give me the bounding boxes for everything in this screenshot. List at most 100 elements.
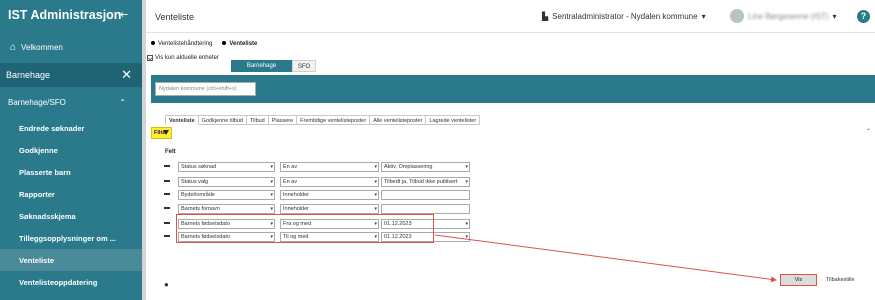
filter-value-select[interactable]: Tilbedt ja, Tilbud ikke publisert ▾ [381, 177, 470, 187]
avatar [730, 9, 744, 23]
radio-venteliste[interactable]: Venteliste [222, 41, 257, 47]
radio-dot [151, 41, 155, 46]
tab-item[interactable]: Tilbud [246, 115, 269, 125]
sidebar-subitem[interactable]: Plasserte barn [0, 161, 142, 183]
caret-down-icon: ▾ [701, 12, 706, 21]
remove-filter-icon[interactable] [164, 193, 170, 195]
chevron-up-icon: ⌃ [119, 97, 126, 107]
sidebar-subitem-label: Endrede søknader [19, 123, 85, 133]
sidebar-subitem[interactable]: Endrede søknader [0, 117, 142, 139]
top-header: Venteliste ▙ Sentraladministrator - Nyda… [146, 0, 875, 33]
unit-banner: Nydalen kommune (ctrl+shift+s) [151, 75, 875, 103]
chevron-down-icon: ▾ [465, 234, 468, 240]
chevron-down-icon: ▾ [374, 164, 377, 170]
chevron-down-icon: ▾ [374, 179, 377, 185]
remove-filter-icon[interactable] [164, 207, 170, 209]
filter-operator-select[interactable]: En av ▾ [280, 162, 379, 172]
filter-operator-select-value: Inneholder [283, 206, 309, 212]
remove-filter-icon[interactable] [164, 165, 170, 167]
home-icon: ⌂ [10, 41, 17, 53]
sidebar-subitem-label: Rapporter [19, 189, 55, 199]
filter-field-select[interactable]: Status søknad ▾ [178, 162, 275, 172]
user-name: Line Børgesevne (IST) [748, 11, 829, 21]
tab-bar: Venteliste Godkjenne tilbud Tilbud Plassere… [165, 115, 481, 125]
show-button[interactable]: Vis [780, 274, 817, 286]
app-title: IST Administrasjon [8, 8, 122, 22]
tab-item[interactable]: Plassere [268, 115, 298, 125]
highlight-box [176, 214, 434, 243]
menu-collapse-icon[interactable]: ⇤ [119, 8, 128, 21]
segment-sfo[interactable]: SFO [292, 60, 316, 72]
only-relevant-units-checkbox[interactable]: Vis kun aktuelle enheter [147, 55, 219, 61]
sidebar-section-label: Barnehage [6, 70, 51, 80]
sidebar-item-home[interactable]: ⌂ Velkommen [0, 41, 142, 53]
filter-value-select-value: Tilbedt ja, Tilbud ikke publisert [384, 179, 458, 185]
radio-dot [222, 41, 227, 46]
filter-field-select-value: Barnets fornavn [181, 206, 220, 212]
filter-value-select[interactable]: Aktiv, Omplassering ▾ [381, 162, 470, 172]
chevron-down-icon: ▾ [374, 206, 377, 212]
chevron-down-icon: ▾ [465, 179, 468, 185]
view-mode-radios: Ventelistehåndtering Venteliste [151, 41, 257, 47]
filter-operator-select[interactable]: Inneholder ▾ [280, 190, 379, 200]
remove-filter-icon[interactable] [164, 222, 170, 224]
filter-operator-select-value: Inneholder [283, 192, 309, 198]
chevron-down-icon: ▾ [465, 221, 468, 227]
sidebar-group-barnehage-sfo[interactable]: Barnehage/SFO ⌃ [0, 96, 142, 108]
filter-field-select[interactable]: Barnets fornavn ▾ [178, 204, 275, 214]
help-icon[interactable]: ? [857, 10, 870, 23]
filter-field-select[interactable]: Bydel/område ▾ [178, 190, 275, 200]
chevron-down-icon: ▾ [374, 192, 377, 198]
filter-operator-select-value: En av [283, 164, 298, 170]
chevron-down-icon: ▾ [270, 192, 273, 198]
tab-item[interactable]: Lagrede ventelister [426, 115, 481, 125]
filter-value-select[interactable] [381, 190, 470, 200]
filter-operator-select-value: En av [283, 179, 298, 185]
add-filter-icon[interactable]: ● [164, 280, 169, 289]
chevron-down-icon: ▾ [465, 164, 468, 170]
chevron-down-icon: ▾ [270, 179, 273, 185]
sidebar-subitem-label: Venteliste [19, 255, 55, 265]
tab-item[interactable]: Alle ventelisteposter [370, 115, 427, 125]
remove-filter-icon[interactable] [164, 235, 170, 237]
close-icon[interactable]: ✕ [121, 67, 132, 83]
sidebar-subitem[interactable]: Ventelisteoppdatering [0, 271, 142, 293]
tab-item[interactable]: Venteliste [165, 115, 199, 125]
sidebar-subitem[interactable]: Tilleggsopplysninger om ... [0, 227, 142, 249]
sidebar-section-barnehage[interactable]: Barnehage ✕ [0, 63, 142, 87]
sidebar-subitem[interactable]: Godkjenne [0, 139, 142, 161]
radio-ventelistehandtering[interactable]: Ventelistehåndtering [151, 41, 212, 47]
sidebar: IST Administrasjon ⇤ ⌂ Velkommen Barneha… [0, 0, 142, 300]
filter-button[interactable]: Filter [151, 127, 172, 139]
filter-value-select-value: Aktiv, Omplassering [384, 164, 433, 170]
page-title: Venteliste [155, 12, 195, 22]
caret-down-icon: ▾ [832, 11, 837, 21]
felt-label: Felt [165, 149, 176, 155]
unit-search-input[interactable]: Nydalen kommune (ctrl+shift+s) [155, 82, 256, 96]
org-selector[interactable]: ▙ Sentraladministrator - Nydalen kommune… [542, 12, 706, 21]
filter-operator-select[interactable]: Inneholder ▾ [280, 204, 379, 214]
segment-barnehage[interactable]: Barnehage [231, 60, 292, 72]
sidebar-group-label: Barnehage/SFO [8, 97, 66, 107]
tab-item[interactable]: Godkjenne tilbud [198, 115, 247, 125]
org-label: Sentraladministrator - Nydalen kommune [552, 12, 698, 21]
sidebar-subitem[interactable]: Søknadsskjema [0, 205, 142, 227]
app-window: IST Administrasjon ⇤ ⌂ Velkommen Barneha… [0, 0, 875, 300]
sidebar-subitem[interactable]: Rapporter [0, 183, 142, 205]
filter-field-select-value: Status valg [181, 179, 209, 185]
filter-value-select[interactable] [381, 204, 470, 214]
sidebar-subitem-label: Søknadsskjema [19, 211, 76, 221]
sidebar-subitem-label: Tilleggsopplysninger om ... [19, 233, 116, 243]
sidebar-subitem-label: Plasserte barn [19, 167, 71, 177]
filter-operator-select[interactable]: En av ▾ [280, 177, 379, 187]
tab-item[interactable]: Fremtidige ventelisteposter [297, 115, 371, 125]
filter-field-select[interactable]: Status valg ▾ [178, 177, 275, 187]
main-content: Ventelistehåndtering Venteliste Vis kun … [146, 34, 875, 300]
remove-filter-icon[interactable] [164, 180, 170, 182]
sidebar-subitem[interactable]: Venteliste [0, 249, 142, 271]
reset-button[interactable]: Tilbakestille [826, 274, 855, 286]
collapse-icon[interactable]: ⌃ [866, 128, 871, 135]
user-menu[interactable]: Line Børgesevne (IST) ▾ [730, 9, 837, 23]
sidebar-item-label: Velkommen [21, 42, 63, 52]
checkbox-box[interactable] [147, 55, 153, 61]
